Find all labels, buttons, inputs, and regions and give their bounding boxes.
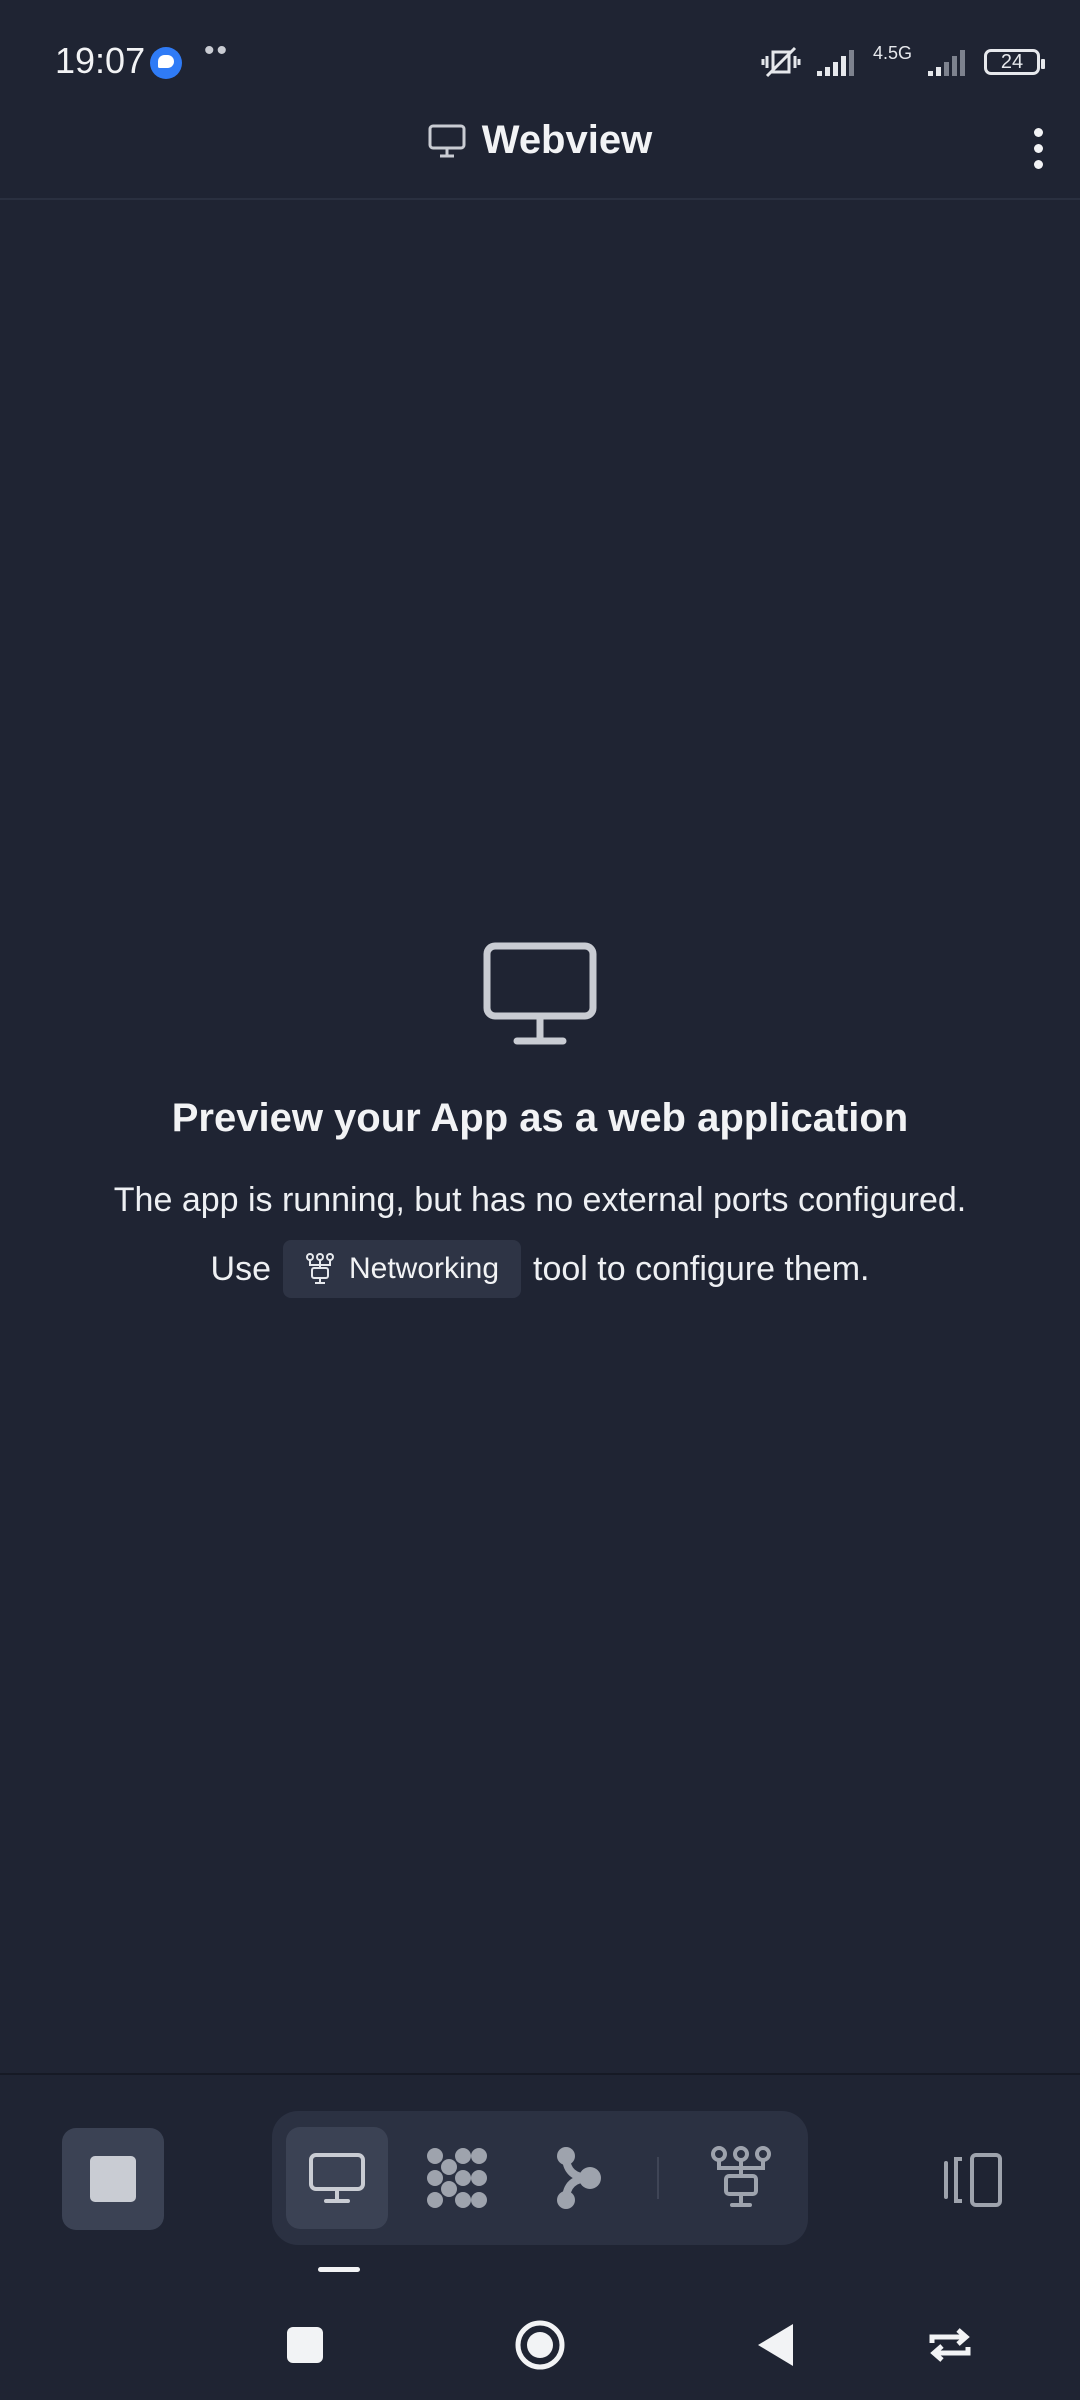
page-title: Webview xyxy=(481,118,653,162)
more-notifications-icon: •• xyxy=(204,34,230,67)
tool-switcher xyxy=(272,2111,808,2245)
recents-button[interactable] xyxy=(270,2310,340,2380)
toolbar-separator xyxy=(657,2157,659,2199)
networking-tool-button[interactable] xyxy=(690,2127,792,2229)
dots-grid-icon xyxy=(427,2148,487,2208)
network-icon xyxy=(305,1253,334,1284)
active-tab-indicator xyxy=(318,2267,360,2272)
rotate-icon xyxy=(929,2328,971,2362)
kebab-dot xyxy=(1033,127,1043,137)
status-time: 19:07 xyxy=(55,40,146,81)
more-options-button[interactable] xyxy=(1008,118,1068,178)
stop-button[interactable] xyxy=(62,2128,164,2230)
recents-icon xyxy=(287,2327,323,2363)
network-icon xyxy=(711,2146,771,2207)
battery-indicator: 24 xyxy=(984,49,1045,75)
monitor-icon xyxy=(428,124,466,157)
back-button[interactable] xyxy=(740,2310,810,2380)
console-tool-button[interactable] xyxy=(406,2127,508,2229)
hint-suffix: tool to configure them. xyxy=(533,1249,870,1288)
vibrate-mute-icon xyxy=(761,46,801,78)
git-tool-button[interactable] xyxy=(526,2127,628,2229)
network-type: 4.5G xyxy=(872,43,912,63)
kebab-dot xyxy=(1033,143,1043,153)
bottom-toolbar xyxy=(0,2073,1080,2275)
webview-tool-button[interactable] xyxy=(286,2127,388,2229)
stop-icon xyxy=(90,2156,136,2202)
empty-state-hint: Use Networking tool to configure them. xyxy=(0,1240,1080,1298)
monitor-icon xyxy=(309,2153,365,2203)
side-panel-icon xyxy=(944,2153,1002,2207)
networking-chip-label: Networking xyxy=(348,1252,500,1285)
home-button[interactable] xyxy=(505,2310,575,2380)
rotate-button[interactable] xyxy=(915,2310,985,2380)
signal-icon-1 xyxy=(816,50,854,76)
kebab-dot xyxy=(1033,159,1043,169)
app-header: Webview xyxy=(0,100,1080,200)
battery-level: 24 xyxy=(1000,50,1024,73)
empty-state-description: The app is running, but has no external … xyxy=(113,1181,967,1219)
header-title-group: Webview xyxy=(0,118,1080,163)
side-panel-button[interactable] xyxy=(940,2145,1010,2215)
hint-prefix: Use xyxy=(210,1249,271,1288)
system-navigation-bar xyxy=(0,2290,1080,2400)
chat-app-icon xyxy=(150,47,182,79)
empty-state: Preview your App as a web application Th… xyxy=(0,940,1080,1298)
signal-icon-2 xyxy=(928,50,965,76)
monitor-icon xyxy=(483,942,597,1045)
empty-state-title: Preview your App as a web application xyxy=(171,1096,909,1140)
branch-icon xyxy=(557,2147,601,2209)
home-icon xyxy=(515,2320,565,2370)
back-icon xyxy=(758,2324,793,2366)
status-indicators: 4.5G 24 xyxy=(761,42,1045,82)
networking-tool-chip[interactable]: Networking xyxy=(282,1240,522,1298)
